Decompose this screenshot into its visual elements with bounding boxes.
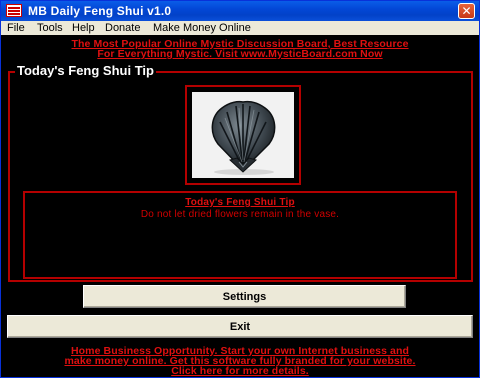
settings-button[interactable]: Settings: [83, 285, 406, 308]
app-icon: [6, 4, 22, 17]
tip-box: Today's Feng Shui Tip Do not let dried f…: [23, 191, 457, 279]
scallop-shell-icon: [192, 92, 294, 178]
menu-donate[interactable]: Donate: [105, 22, 140, 34]
menu-file[interactable]: File: [7, 22, 25, 34]
bottom-banner-line-3: Click here for more details.: [171, 365, 309, 377]
tip-image-frame: [185, 85, 301, 185]
exit-button-label: Exit: [229, 321, 251, 333]
tip-heading: Today's Feng Shui Tip: [185, 197, 295, 208]
window-title: MB Daily Feng Shui v1.0: [28, 4, 172, 18]
settings-button-label: Settings: [222, 291, 267, 303]
top-banner-link[interactable]: The Most Popular Online Mystic Discussio…: [1, 39, 479, 60]
close-button[interactable]: ✕: [458, 3, 475, 19]
menu-help[interactable]: Help: [72, 22, 95, 34]
menu-bar: File Tools Help Donate Make Money Online: [1, 21, 479, 35]
exit-button[interactable]: Exit: [7, 315, 473, 338]
bottom-banner-link[interactable]: Home Business Opportunity. Start your ow…: [1, 346, 479, 377]
title-bar[interactable]: MB Daily Feng Shui v1.0 ✕: [1, 1, 479, 21]
tip-group-title: Today's Feng Shui Tip: [15, 63, 156, 78]
menu-tools[interactable]: Tools: [37, 22, 63, 34]
top-banner-line-2: For Everything Mystic. Visit www.MysticB…: [97, 48, 383, 60]
scallop-shell-image: [192, 92, 294, 178]
app-window: MB Daily Feng Shui v1.0 ✕ File Tools Hel…: [0, 0, 480, 378]
menu-make-money-online[interactable]: Make Money Online: [153, 22, 251, 34]
tip-text: Do not let dried flowers remain in the v…: [140, 209, 340, 220]
